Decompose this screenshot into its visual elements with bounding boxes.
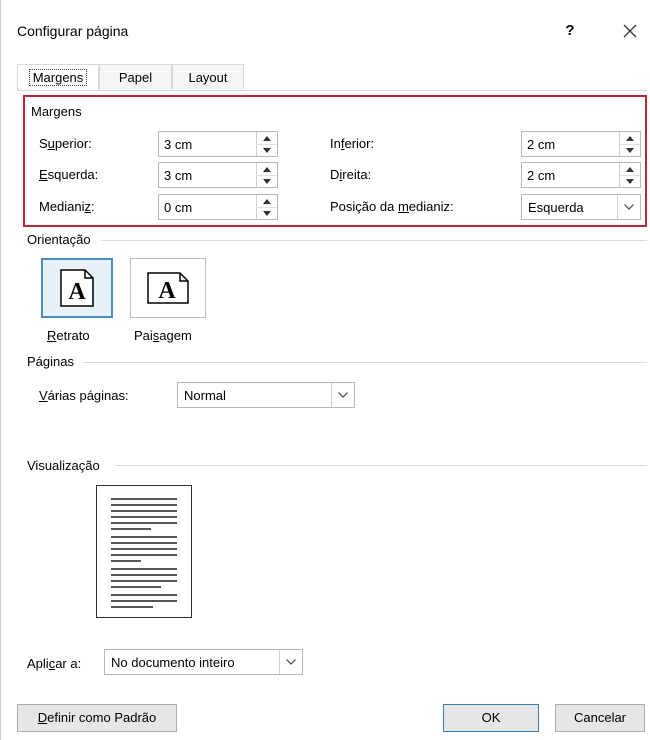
section-divider <box>101 240 647 241</box>
spin-down-icon[interactable] <box>257 144 277 156</box>
gutter-position-label: Posição da medianiz: <box>330 199 454 214</box>
section-divider <box>115 465 647 466</box>
direita-value: 2 cm <box>527 168 556 183</box>
section-label-visualizacao: Visualização <box>27 458 106 473</box>
superior-label: Superior: <box>39 136 92 151</box>
medianiz-spinner[interactable]: 0 cm <box>158 194 278 220</box>
portrait-option[interactable]: A <box>41 258 113 318</box>
multiple-pages-value: Normal <box>184 388 226 403</box>
direita-label: Direita: <box>330 167 372 182</box>
close-icon <box>623 24 637 38</box>
portrait-page-icon: A <box>60 269 94 307</box>
tab-label: Papel <box>118 70 153 85</box>
medianiz-value: 0 cm <box>164 200 193 215</box>
tab-divider <box>17 90 647 91</box>
landscape-option[interactable]: A <box>130 258 206 318</box>
help-button[interactable]: ? <box>554 17 586 45</box>
spin-down-icon[interactable] <box>620 144 640 156</box>
superior-spinner[interactable]: 3 cm <box>158 131 278 157</box>
section-label-orientacao: Orientação <box>27 232 97 247</box>
ok-button[interactable]: OK <box>443 704 539 732</box>
chevron-down-icon <box>279 650 302 674</box>
landscape-glyph: A <box>158 278 176 304</box>
esquerda-value: 3 cm <box>164 168 193 183</box>
spin-down-icon[interactable] <box>620 175 640 187</box>
title-bar: Configurar página ? <box>1 0 650 56</box>
superior-value: 3 cm <box>164 137 193 152</box>
esquerda-label: Esquerda: <box>39 167 99 182</box>
portrait-label: Retrato <box>47 328 90 343</box>
spin-down-icon[interactable] <box>257 175 277 187</box>
page-preview <box>96 485 192 618</box>
tab-papel[interactable]: Papel <box>99 64 172 89</box>
section-label-margens: Margens <box>31 104 88 119</box>
gutter-position-value: Esquerda <box>528 200 584 215</box>
apply-to-label: Aplicar a: <box>27 656 82 671</box>
section-label-paginas: Páginas <box>27 354 80 369</box>
close-button[interactable] <box>614 17 646 45</box>
multiple-pages-label: Várias páginas: <box>39 388 129 403</box>
portrait-glyph: A <box>68 279 86 305</box>
cancel-button[interactable]: Cancelar <box>555 704 645 732</box>
gutter-position-select[interactable]: Esquerda <box>521 194 641 220</box>
esquerda-spinner[interactable]: 3 cm <box>158 162 278 188</box>
chevron-down-icon <box>331 383 354 407</box>
tab-label: Margens <box>28 69 88 86</box>
medianiz-label: Medianiz: <box>39 199 95 214</box>
direita-spinner[interactable]: 2 cm <box>521 162 641 188</box>
tab-margens[interactable]: Margens <box>17 64 99 91</box>
landscape-label: Paisagem <box>134 328 192 343</box>
tab-label: Layout <box>188 70 228 85</box>
section-divider <box>83 362 647 363</box>
set-as-default-button[interactable]: Definir como Padrão <box>17 704 177 732</box>
page-setup-dialog: Configurar página ? Margens Papel Layout… <box>0 0 650 740</box>
inferior-spinner[interactable]: 2 cm <box>521 131 641 157</box>
inferior-value: 2 cm <box>527 137 556 152</box>
multiple-pages-select[interactable]: Normal <box>177 382 355 408</box>
landscape-page-icon: A <box>147 272 189 304</box>
dialog-title: Configurar página <box>17 23 129 39</box>
inferior-label: Inferior: <box>330 136 375 151</box>
apply-to-select[interactable]: No documento inteiro <box>104 649 303 675</box>
spin-down-icon[interactable] <box>257 207 277 219</box>
chevron-down-icon <box>617 195 640 219</box>
tab-layout[interactable]: Layout <box>172 64 244 89</box>
apply-to-value: No documento inteiro <box>111 655 235 670</box>
